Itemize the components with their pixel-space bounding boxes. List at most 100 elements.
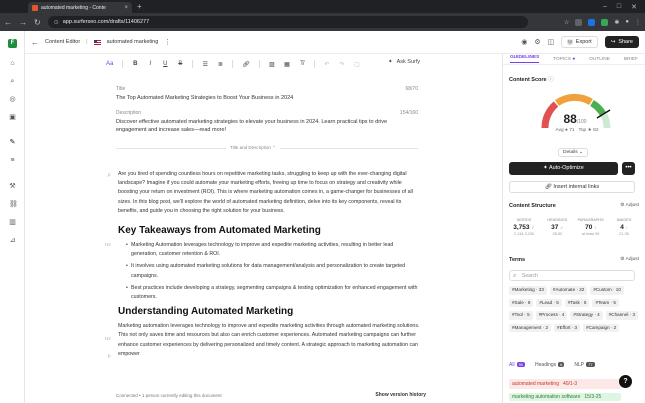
minimize-icon[interactable]: – [603, 3, 607, 11]
heading-key-takeaways[interactable]: Key Takeaways from Automated Marketing [118, 224, 420, 237]
term-chip[interactable]: #Custom · 10 [590, 286, 624, 295]
collapse-icon[interactable]: ◫ [548, 38, 555, 46]
term-chip[interactable]: #Management · 2 [509, 323, 552, 332]
terms-search-input[interactable]: ⌕ Search [509, 270, 635, 281]
graph-icon[interactable]: ⊿ [9, 237, 16, 244]
profile-avatar-icon[interactable]: ● [625, 19, 629, 25]
italic-button[interactable]: I [147, 61, 153, 67]
title-value[interactable]: The Top Automated Marketing Strategies t… [116, 94, 418, 102]
list-item[interactable]: Marketing Automation leverages technolog… [126, 241, 420, 259]
list-item[interactable]: It involves using automated marketing so… [126, 262, 420, 280]
term-chip[interactable]: #Strategy · 4 [570, 311, 603, 320]
more-options-button[interactable]: ••• [622, 162, 635, 175]
terms-title: Terms [509, 257, 526, 263]
clear-format-icon[interactable]: T̸ [299, 61, 305, 67]
bold-button[interactable]: B [132, 61, 138, 67]
term-chip[interactable]: #Process · 4 [535, 311, 568, 320]
term-chip[interactable]: #Campaign · 2 [583, 323, 620, 332]
term-chip[interactable]: #Sale · 8 [509, 298, 534, 307]
term-chip[interactable]: #Tool · 5 [509, 311, 533, 320]
list-icon[interactable]: ≡ [9, 157, 16, 164]
term-chip[interactable]: #Effort · 3 [554, 323, 581, 332]
bookmark-star-icon[interactable]: ☆ [564, 19, 569, 26]
strikethrough-button[interactable]: S [177, 61, 183, 67]
insert-internal-links-button[interactable]: 🔗︎ Insert internal links [509, 181, 635, 193]
list-item[interactable]: Best practices include developing a stra… [126, 284, 420, 302]
intro-paragraph[interactable]: Are you tired of spending countless hour… [118, 170, 420, 216]
ask-surfy-button[interactable]: ✦ Ask Surfy [388, 59, 420, 65]
bullet-list-icon[interactable]: ☰ [202, 61, 208, 68]
auto-optimize-button[interactable]: ✦ Auto-Optimize [509, 162, 618, 175]
body-paragraph[interactable]: Marketing automation leverages technolog… [118, 322, 420, 359]
new-tab-icon[interactable]: + [137, 2, 142, 11]
undo-icon[interactable]: ↶ [324, 61, 330, 68]
close-window-icon[interactable]: ✕ [631, 3, 637, 11]
reload-icon[interactable]: ↻ [34, 18, 41, 27]
tools-icon[interactable]: ⚒ [9, 183, 16, 190]
metric-value-row: 3,753 ✓ [509, 224, 539, 231]
info-icon[interactable]: ⓘ [548, 77, 554, 83]
version-history-link[interactable]: Show version history [375, 392, 426, 398]
content-editor-icon[interactable]: ✎ [9, 139, 16, 146]
inbox-icon[interactable]: ▣ [9, 114, 16, 121]
share-button[interactable]: ↪ Share [604, 36, 639, 48]
audit-icon[interactable]: ◎ [9, 96, 16, 103]
breadcrumb-content-editor[interactable]: Content Editor [45, 39, 80, 45]
tab-heading-terms[interactable]: Headings 6 [535, 362, 565, 368]
home-icon[interactable]: ⌂ [9, 60, 16, 67]
underline-button[interactable]: U [162, 61, 168, 67]
image-insert-icon[interactable]: ▨ [269, 61, 275, 68]
font-style-dropdown[interactable]: Aa [106, 61, 113, 67]
title-description-toggle[interactable]: Title and Description ⌃ [226, 145, 280, 151]
export-button[interactable]: Ⓦ Export [561, 36, 598, 48]
tab-all-terms[interactable]: All 90 [509, 362, 526, 368]
keyword-row[interactable]: marketing automation software 15/3-25 [509, 393, 621, 401]
maximize-icon[interactable]: □ [617, 3, 621, 11]
tab-topics[interactable]: TOPICS ● [553, 57, 575, 62]
adjust-structure-button[interactable]: ⚙ Adjust [620, 203, 639, 208]
link-icon[interactable]: ⛓ [9, 201, 18, 208]
term-chip[interactable]: #Channel · 3 [605, 311, 639, 320]
term-chip[interactable]: #Marketing · 33 [509, 286, 547, 295]
numbered-list-icon[interactable]: ≣ [217, 61, 223, 68]
close-tab-icon[interactable]: × [124, 5, 128, 11]
keyword-row[interactable]: automated marketing 40/1-3 [509, 379, 621, 389]
back-arrow-icon[interactable]: ← [31, 38, 39, 47]
search-icon[interactable]: ⌕ [9, 78, 16, 85]
heading-understanding[interactable]: Understanding Automated Marketing [118, 305, 420, 318]
browser-menu-icon[interactable]: ⋮ [635, 19, 641, 26]
comment-icon[interactable]: ▢ [354, 61, 360, 68]
link-insert-icon[interactable]: 🔗︎ [242, 61, 250, 68]
table-insert-icon[interactable]: ▦ [284, 61, 290, 68]
check-icon[interactable]: ◉ [521, 38, 527, 46]
adjust-terms-button[interactable]: ⚙ Adjust [620, 257, 639, 262]
extensions-puzzle-icon[interactable]: ✱ [614, 19, 619, 26]
tab-guidelines[interactable]: GUIDELINES [509, 55, 540, 63]
details-button[interactable]: Details ⌄ [558, 148, 588, 157]
forward-icon[interactable]: → [19, 18, 27, 27]
seo-title-field[interactable]: Title 68/70 The Top Automated Marketing … [116, 86, 418, 102]
extension-icon[interactable] [575, 18, 583, 26]
address-bar[interactable]: ⊙ app.surferseo.com/drafts/11406277 [47, 16, 528, 28]
redo-icon[interactable]: ↷ [339, 61, 345, 68]
help-button[interactable]: ? [619, 375, 632, 388]
term-chip[interactable]: #Lead · 5 [536, 298, 562, 307]
tab-nlp-terms[interactable]: NLP 77 [574, 362, 595, 368]
site-info-icon[interactable]: ⊙ [54, 19, 59, 26]
tab-outline[interactable]: OUTLINE [589, 57, 610, 62]
settings-gear-icon[interactable]: ⚙ [534, 38, 540, 46]
chart-icon[interactable]: ▥ [9, 219, 16, 226]
browser-tab[interactable]: automated marketing - Conte × [28, 2, 132, 13]
document-menu-icon[interactable]: ⋮ [164, 38, 171, 46]
extension-icon[interactable] [588, 18, 596, 26]
meta-description-field[interactable]: Description 154/160 Discover effective a… [116, 110, 418, 134]
editor-content[interactable]: Are you tired of spending countless hour… [118, 170, 420, 359]
term-chip[interactable]: #Task · 5 [564, 298, 590, 307]
extension-icon[interactable] [601, 18, 609, 26]
term-chip[interactable]: #Team · 5 [592, 298, 619, 307]
surfer-logo-icon[interactable]: F [8, 39, 17, 48]
description-value[interactable]: Discover effective automated marketing s… [116, 118, 418, 134]
term-chip[interactable]: #Automate · 22 [549, 286, 588, 295]
tab-brief[interactable]: BRIEF [624, 57, 638, 62]
back-icon[interactable]: ← [4, 18, 12, 27]
